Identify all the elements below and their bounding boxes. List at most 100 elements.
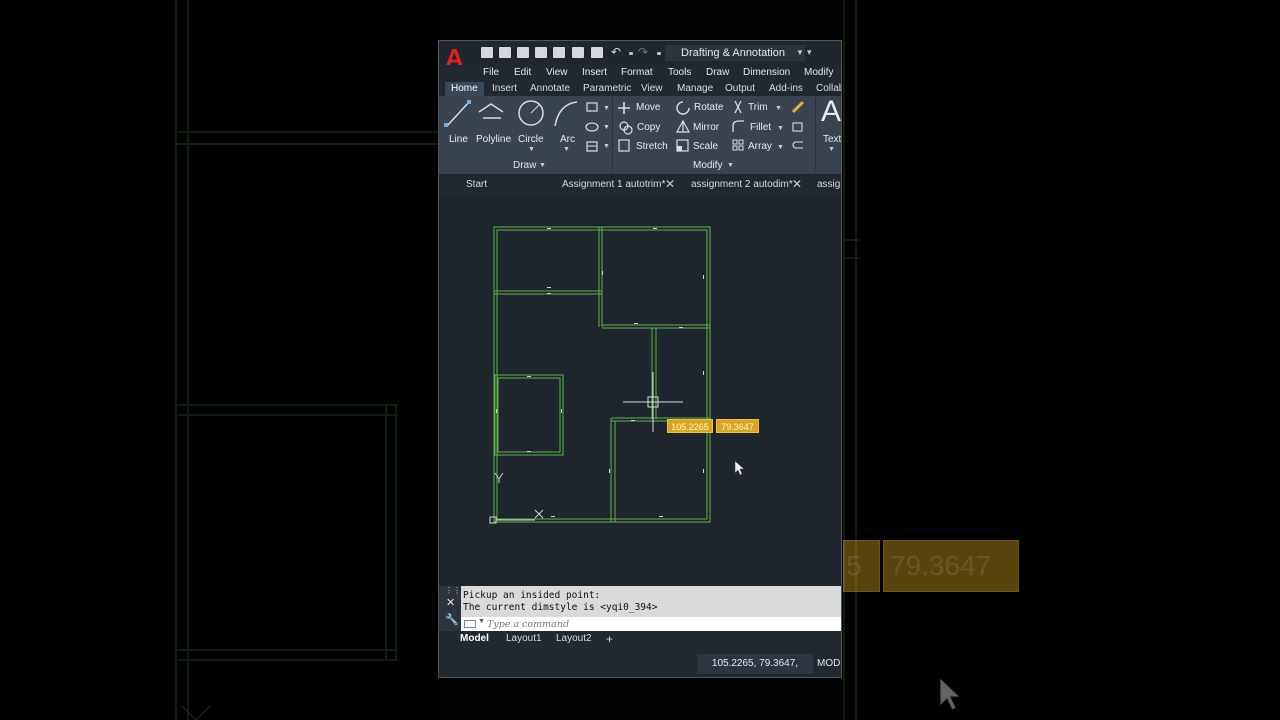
doc-tab-start[interactable]: Start [466, 174, 487, 195]
ellipse-icon[interactable] [585, 122, 599, 132]
rectangle-dropdown-icon[interactable]: ▼ [603, 105, 610, 112]
stretch-icon[interactable] [618, 139, 630, 152]
tab-view[interactable]: View [641, 82, 663, 96]
doc-tab-assignment-2[interactable]: assignment 2 autodim* [691, 174, 793, 195]
arc-icon[interactable] [554, 101, 578, 127]
document-tabs: Start Assignment 1 autotrim* ✕ assignmen… [439, 174, 841, 195]
doc-tab-assign[interactable]: assign [817, 174, 841, 195]
tab-model[interactable]: Model [460, 632, 489, 646]
modify-panel-expand-icon[interactable]: ▼ [727, 162, 734, 169]
dynamic-input-x[interactable]: 105.2265 [667, 419, 713, 433]
rotate-icon[interactable] [676, 101, 690, 115]
offset-icon[interactable] [792, 141, 803, 149]
polyline-icon[interactable] [478, 103, 504, 119]
save-icon[interactable] [517, 47, 529, 58]
undo-icon[interactable]: ↶ [611, 46, 623, 58]
tab-layout2[interactable]: Layout2 [556, 632, 592, 646]
menu-view[interactable]: View [546, 67, 568, 79]
fillet-button[interactable]: Fillet [750, 122, 771, 134]
tab-manage[interactable]: Manage [677, 82, 713, 96]
close-icon[interactable]: ✕ [446, 596, 455, 609]
menu-dimension[interactable]: Dimension [743, 67, 790, 79]
line-icon[interactable] [444, 100, 471, 127]
move-button[interactable]: Move [636, 102, 660, 114]
doc-tab-assignment-1[interactable]: Assignment 1 autotrim* [562, 174, 665, 195]
fillet-icon[interactable] [732, 120, 744, 132]
menu-draw[interactable]: Draw [706, 67, 729, 79]
text-dropdown-icon[interactable]: ▼ [828, 146, 835, 153]
drawing-canvas[interactable]: 105.2265 79.3647 [439, 195, 841, 586]
move-icon[interactable] [618, 102, 630, 114]
workspace-selector[interactable]: Drafting & Annotation [665, 45, 805, 61]
circle-icon[interactable] [518, 100, 544, 126]
circle-dropdown-icon[interactable]: ▼ [528, 146, 535, 153]
tab-insert[interactable]: Insert [492, 82, 517, 96]
scale-icon[interactable] [676, 139, 689, 152]
array-dropdown-icon[interactable]: ▼ [777, 144, 784, 151]
open-file-icon[interactable] [499, 47, 511, 58]
copy-icon[interactable] [619, 121, 633, 135]
polyline-label[interactable]: Polyline [476, 134, 511, 146]
hatch-dropdown-icon[interactable]: ▼ [603, 143, 610, 150]
plot-icon[interactable] [591, 47, 603, 58]
mirror-button[interactable]: Mirror [693, 122, 719, 134]
close-tab-icon[interactable]: ✕ [792, 174, 802, 195]
dynamic-input-y[interactable]: 79.3647 [716, 419, 759, 433]
add-layout-icon[interactable]: + [606, 632, 613, 646]
menu-format[interactable]: Format [621, 67, 653, 79]
trim-icon[interactable] [734, 100, 742, 114]
redo-icon[interactable]: ↷ [638, 46, 650, 58]
trim-dropdown-icon[interactable]: ▼ [775, 105, 782, 112]
menu-insert[interactable]: Insert [582, 67, 607, 79]
new-file-icon[interactable] [481, 47, 493, 58]
circle-label[interactable]: Circle [518, 134, 544, 146]
rotate-button[interactable]: Rotate [694, 102, 723, 114]
save-web-icon[interactable] [572, 47, 584, 58]
array-icon[interactable] [732, 139, 744, 151]
menu-edit[interactable]: Edit [514, 67, 531, 79]
save-as-icon[interactable] [535, 47, 547, 58]
tab-layout1[interactable]: Layout1 [506, 632, 542, 646]
text-label[interactable]: Text [823, 134, 841, 146]
menu-tools[interactable]: Tools [668, 67, 691, 79]
tab-home[interactable]: Home [445, 82, 484, 96]
menu-file[interactable]: File [483, 67, 499, 79]
fillet-dropdown-icon[interactable]: ▼ [777, 125, 784, 132]
open-web-icon[interactable] [553, 47, 565, 58]
status-model-space[interactable]: MOD [817, 654, 840, 674]
arc-label[interactable]: Arc [560, 134, 575, 146]
array-button[interactable]: Array [748, 141, 772, 153]
scale-button[interactable]: Scale [693, 141, 718, 153]
redo-dropdown-icon[interactable] [657, 52, 661, 55]
command-prompt-icon[interactable] [464, 620, 476, 628]
rectangle-icon[interactable] [586, 102, 598, 112]
tab-output[interactable]: Output [725, 82, 755, 96]
copy-button[interactable]: Copy [637, 122, 660, 134]
menu-modify[interactable]: Modify [804, 67, 833, 79]
arc-dropdown-icon[interactable]: ▼ [563, 146, 570, 153]
chevron-down-icon[interactable]: ▼ [796, 48, 804, 57]
customize-quick-access-icon[interactable]: ▾ [807, 47, 812, 58]
hatch-icon[interactable] [586, 141, 598, 152]
stretch-button[interactable]: Stretch [636, 141, 668, 153]
erase-icon[interactable] [791, 100, 805, 114]
draw-panel-title[interactable]: Draw [513, 160, 536, 172]
trim-button[interactable]: Trim [748, 102, 768, 114]
tab-add-ins[interactable]: Add-ins [769, 82, 803, 96]
undo-dropdown-icon[interactable] [629, 52, 633, 55]
line-label[interactable]: Line [449, 134, 468, 146]
draw-panel-expand-icon[interactable]: ▼ [539, 162, 546, 169]
tab-annotate[interactable]: Annotate [530, 82, 570, 96]
status-coordinates[interactable]: 105.2265, 79.3647, 0.0000 [697, 654, 813, 674]
tab-collab[interactable]: Collab [816, 82, 841, 96]
command-input[interactable] [487, 617, 837, 631]
modify-panel-title[interactable]: Modify [693, 160, 722, 172]
text-icon[interactable]: A [821, 96, 841, 128]
explode-icon[interactable] [792, 122, 803, 132]
ellipse-dropdown-icon[interactable]: ▼ [603, 124, 610, 131]
close-tab-icon[interactable]: ✕ [665, 174, 675, 195]
chevron-down-icon[interactable]: ▼ [478, 618, 485, 625]
wrench-icon[interactable]: 🔧 [445, 613, 459, 626]
mirror-icon[interactable] [675, 119, 691, 133]
tab-parametric[interactable]: Parametric [583, 82, 631, 96]
